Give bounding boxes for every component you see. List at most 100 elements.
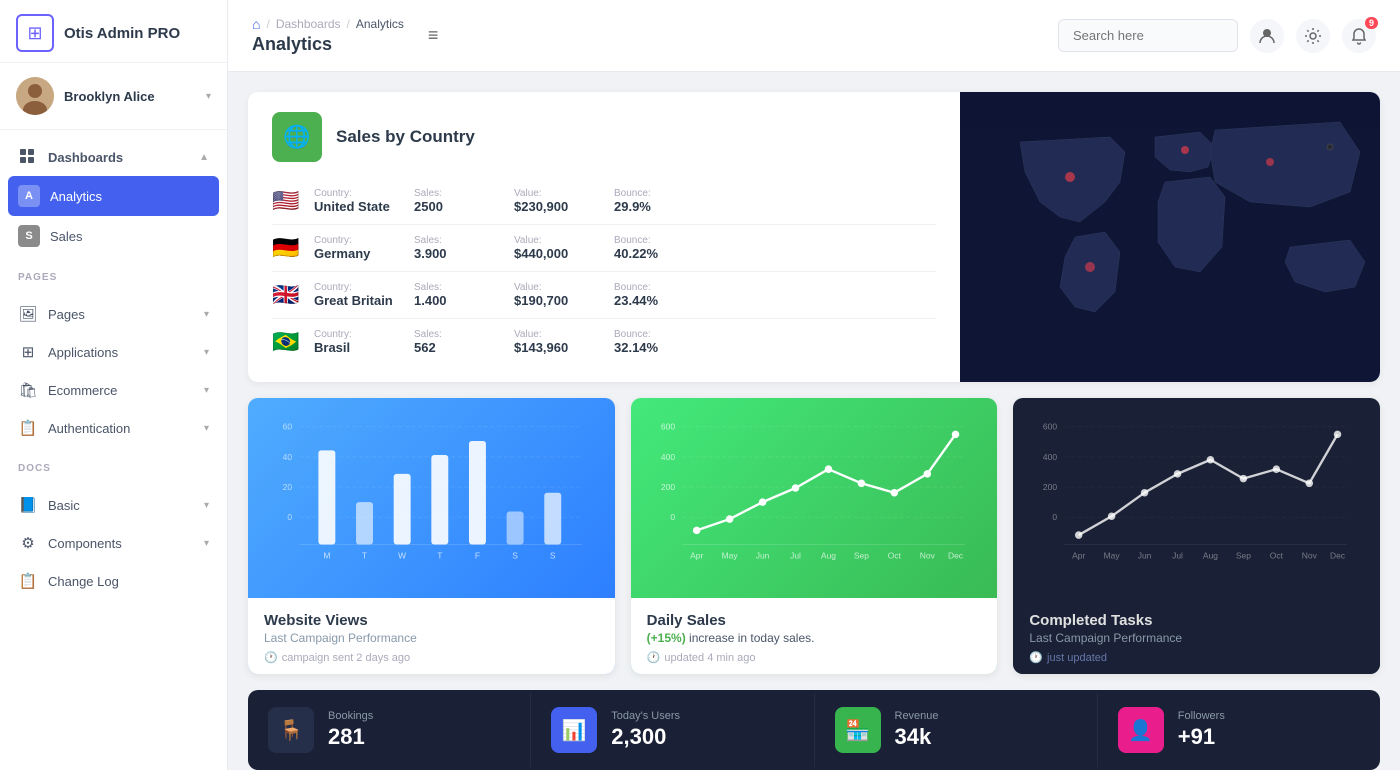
daily-sales-meta: 🕐 updated 4 min ago xyxy=(647,651,982,664)
breadcrumb-sep2: / xyxy=(347,17,350,31)
profile-chevron[interactable]: ▾ xyxy=(206,91,211,102)
basic-icon: 📘 xyxy=(18,495,38,515)
followers-data: Followers +91 xyxy=(1178,710,1225,750)
user-icon-button[interactable] xyxy=(1250,19,1284,53)
svg-text:200: 200 xyxy=(1043,482,1057,492)
revenue-value: 34k xyxy=(895,724,939,750)
logo-area: ⊞ Otis Admin PRO xyxy=(0,0,227,63)
svg-text:Jul: Jul xyxy=(1172,551,1183,561)
stats-row: 🪑 Bookings 281 📊 Today's Users 2,300 🏪 R… xyxy=(248,690,1380,770)
svg-text:0: 0 xyxy=(670,512,675,522)
revenue-label: Revenue xyxy=(895,710,939,722)
svg-text:400: 400 xyxy=(661,452,675,462)
svg-text:Oct: Oct xyxy=(887,551,901,561)
pages-section-label: PAGES xyxy=(0,264,227,287)
nav-item-sales[interactable]: S Sales xyxy=(0,216,227,256)
components-label: Components xyxy=(48,536,194,551)
logo-text: Otis Admin PRO xyxy=(64,25,180,42)
clock-icon: 🕐 xyxy=(264,651,278,664)
profile-section[interactable]: Brooklyn Alice ▾ xyxy=(0,63,227,130)
website-views-info: Website Views Last Campaign Performance … xyxy=(248,598,615,674)
sales-col-br: Sales: 562 xyxy=(414,329,504,355)
sales-header: 🌐 Sales by Country xyxy=(272,112,936,162)
nav-item-applications[interactable]: ⊞ Applications ▾ xyxy=(0,333,227,371)
nav-item-dashboards[interactable]: Dashboards ▲ xyxy=(0,138,227,176)
svg-text:Sep: Sep xyxy=(1236,551,1251,561)
nav-docs: 📘 Basic ▾ ⚙ Components ▾ 📋 Change Log xyxy=(0,478,227,608)
followers-value: +91 xyxy=(1178,724,1225,750)
authentication-label: Authentication xyxy=(48,421,194,436)
search-input[interactable] xyxy=(1058,19,1238,52)
svg-text:20: 20 xyxy=(283,482,293,492)
completed-tasks-card: 600 400 200 0 xyxy=(1013,398,1380,674)
value-col-gb: Value: $190,700 xyxy=(514,282,604,308)
chart-row: 60 40 20 0 M T xyxy=(248,398,1380,674)
sales-by-country-card: 🌐 Sales by Country 🇺🇸 Country: United St… xyxy=(248,92,1380,382)
completed-tasks-title: Completed Tasks xyxy=(1029,612,1364,629)
users-data: Today's Users 2,300 xyxy=(611,710,680,750)
flag-de: 🇩🇪 xyxy=(272,235,304,261)
nav-item-components[interactable]: ⚙ Components ▾ xyxy=(0,524,227,562)
settings-icon-button[interactable] xyxy=(1296,19,1330,53)
bookings-value: 281 xyxy=(328,724,373,750)
country-row-de: 🇩🇪 Country: Germany Sales: 3.900 Value: … xyxy=(272,225,936,272)
users-label: Today's Users xyxy=(611,710,680,722)
nav-item-authentication[interactable]: 📋 Authentication ▾ xyxy=(0,409,227,447)
svg-text:Oct: Oct xyxy=(1270,551,1284,561)
daily-sales-info: Daily Sales (+15%) increase in today sal… xyxy=(631,598,998,674)
sales-letter-icon: S xyxy=(18,225,40,247)
notification-badge: 9 xyxy=(1365,17,1378,29)
daily-sales-subtitle: (+15%) increase in today sales. xyxy=(647,631,982,645)
svg-text:W: W xyxy=(398,551,406,561)
svg-text:Aug: Aug xyxy=(1203,551,1218,561)
pages-icon: 🖼 xyxy=(18,304,38,324)
breadcrumb-wrap: ⌂ / Dashboards / Analytics Analytics xyxy=(252,16,404,55)
svg-text:Jun: Jun xyxy=(1138,551,1152,561)
svg-text:60: 60 xyxy=(283,422,293,432)
svg-text:Apr: Apr xyxy=(1072,551,1085,561)
sales-col-de: Sales: 3.900 xyxy=(414,235,504,261)
website-views-title: Website Views xyxy=(264,612,599,629)
revenue-data: Revenue 34k xyxy=(895,710,939,750)
svg-text:S: S xyxy=(512,551,518,561)
nav-item-analytics[interactable]: A Analytics xyxy=(8,176,219,216)
bookings-icon: 🪑 xyxy=(268,707,314,753)
nav-item-changelog[interactable]: 📋 Change Log xyxy=(0,562,227,600)
breadcrumb-dashboards[interactable]: Dashboards xyxy=(276,17,341,31)
breadcrumb: ⌂ / Dashboards / Analytics xyxy=(252,16,404,32)
ecommerce-label: Ecommerce xyxy=(48,383,194,398)
sales-label: Sales xyxy=(50,229,209,244)
completed-tasks-meta: 🕐 just updated xyxy=(1029,651,1364,664)
value-col-de: Value: $440,000 xyxy=(514,235,604,261)
globe-icon: 🌐 xyxy=(272,112,322,162)
sales-title: Sales by Country xyxy=(336,127,475,147)
svg-text:Dec: Dec xyxy=(1330,551,1346,561)
followers-label: Followers xyxy=(1178,710,1225,722)
nav-item-pages[interactable]: 🖼 Pages ▾ xyxy=(0,295,227,333)
dashboards-chevron: ▲ xyxy=(199,152,209,163)
nav-item-ecommerce[interactable]: 🛍 Ecommerce ▾ xyxy=(0,371,227,409)
ecommerce-icon: 🛍 xyxy=(18,380,38,400)
svg-text:Nov: Nov xyxy=(919,551,935,561)
notification-icon-button[interactable]: 9 xyxy=(1342,19,1376,53)
authentication-icon: 📋 xyxy=(18,418,38,438)
main-area: ⌂ / Dashboards / Analytics Analytics ≡ 9 xyxy=(228,0,1400,770)
bounce-col-de: Bounce: 40.22% xyxy=(614,235,704,261)
breadcrumb-analytics: Analytics xyxy=(356,17,404,31)
daily-sales-chart: 600 400 200 0 xyxy=(631,398,998,598)
svg-text:Jun: Jun xyxy=(755,551,769,561)
completed-tasks-chart: 600 400 200 0 xyxy=(1013,398,1380,598)
website-views-meta: 🕐 campaign sent 2 days ago xyxy=(264,651,599,664)
analytics-letter-icon: A xyxy=(18,185,40,207)
users-icon: 📊 xyxy=(551,707,597,753)
country-col-de: Country: Germany xyxy=(314,235,404,261)
menu-icon[interactable]: ≡ xyxy=(428,25,439,46)
nav-item-basic[interactable]: 📘 Basic ▾ xyxy=(0,486,227,524)
home-icon: ⌂ xyxy=(252,16,260,32)
svg-text:Sep: Sep xyxy=(854,551,869,561)
world-map xyxy=(960,92,1380,382)
docs-section-label: DOCS xyxy=(0,455,227,478)
svg-text:200: 200 xyxy=(661,482,675,492)
header: ⌂ / Dashboards / Analytics Analytics ≡ 9 xyxy=(228,0,1400,72)
profile-name: Brooklyn Alice xyxy=(64,89,155,104)
